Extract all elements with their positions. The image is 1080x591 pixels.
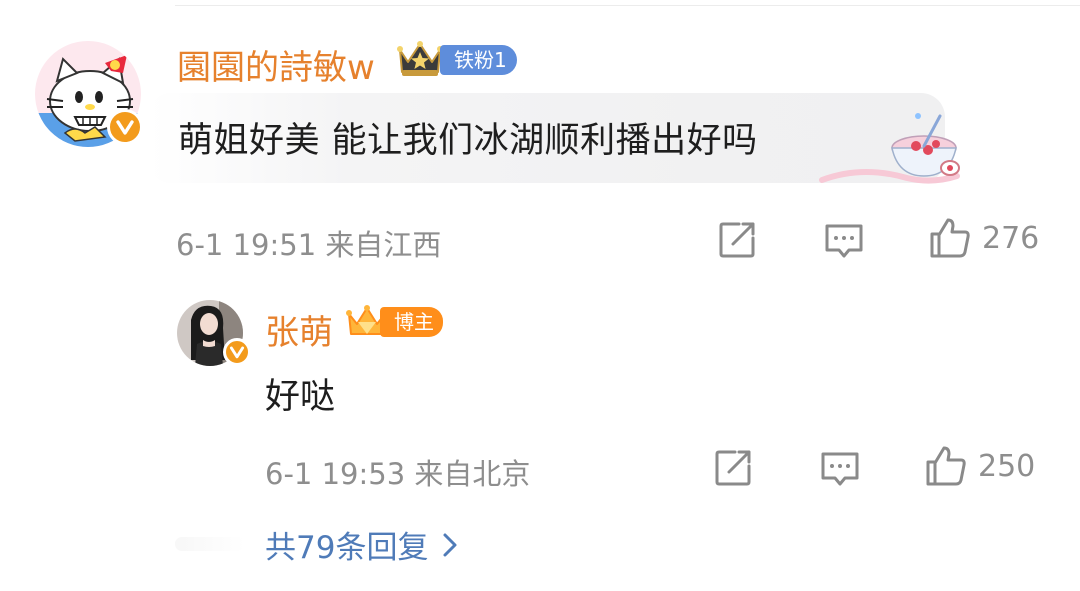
like-count: 276 [982,220,1040,256]
avatar[interactable] [35,41,143,147]
comment-button[interactable] [819,450,861,488]
like-button[interactable]: 250 [924,444,1035,488]
verified-v-icon [107,109,143,145]
reply-text: 好哒 [265,377,336,417]
reply-username[interactable]: 张萌 [265,305,333,354]
like-button[interactable]: 276 [928,216,1039,260]
blogger-badge: 博主 [380,307,443,337]
dessert-bowl-icon [812,110,962,194]
thumbs-up-icon [926,446,966,486]
reply-timestamp-location: 6-1 19:53 来自北京 [265,457,531,491]
comment-username[interactable]: 園園的詩敏w [177,40,375,89]
divider-line [175,537,245,551]
crown-icon [396,40,444,82]
share-icon [719,222,755,258]
chevron-right-icon [443,533,457,556]
divider-line [175,5,1080,6]
comment-text: 萌姐好美 能让我们冰湖顺利播出好吗 [178,121,758,161]
avatar[interactable] [177,300,251,366]
more-replies-label: 共79条回复 [265,530,429,566]
more-replies-link[interactable]: 共79条回复 [265,522,458,567]
comment-button[interactable] [823,222,865,260]
share-icon [715,450,751,486]
like-count: 250 [978,448,1036,484]
share-button[interactable] [717,220,757,260]
comment-icon [821,452,859,486]
comment-timestamp-location: 6-1 19:51 来自江西 [176,228,442,262]
thumbs-up-icon [930,218,970,258]
fan-level-badge: 铁粉1 [440,45,517,75]
verified-v-icon [223,338,251,366]
comment-icon [825,224,863,258]
share-button[interactable] [713,448,753,488]
